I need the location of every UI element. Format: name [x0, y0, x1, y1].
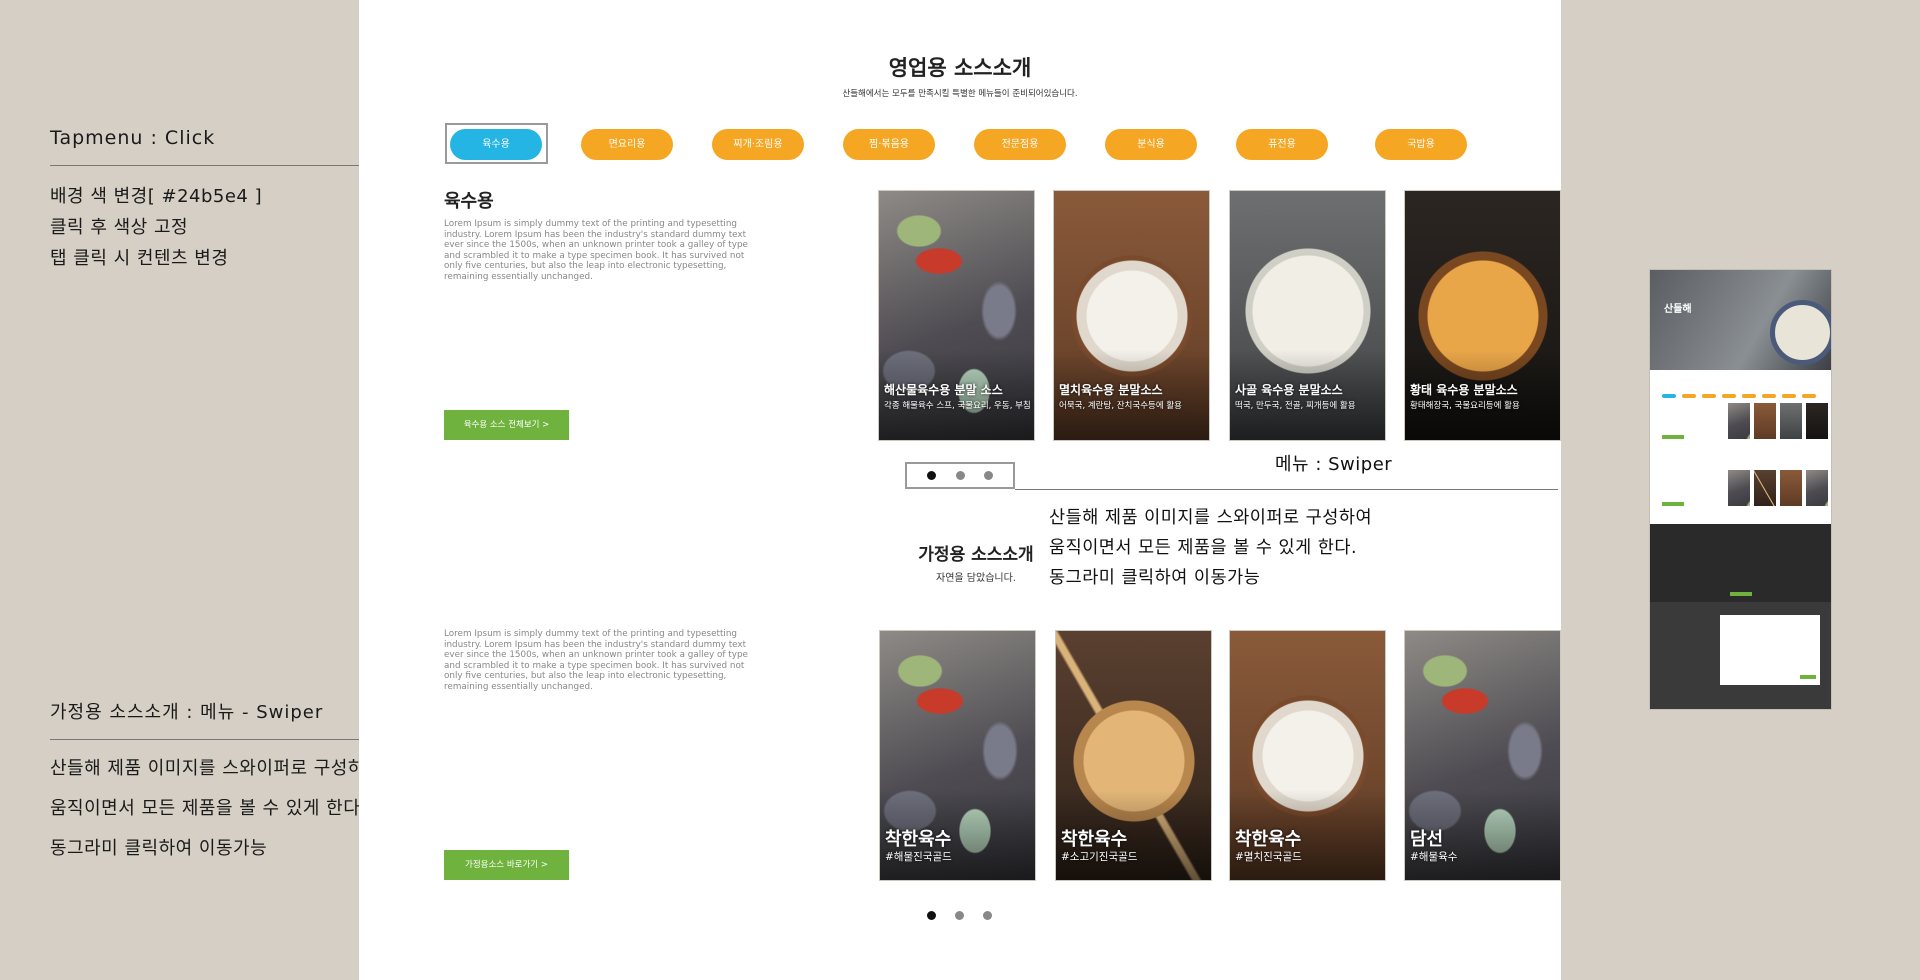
- thumbnail-tab: [1802, 394, 1816, 398]
- product-card-title: 멸치육수용 분말소스: [1059, 383, 1163, 397]
- product-card[interactable]: 착한육수 #멸치진국골드: [1229, 630, 1386, 881]
- tab-menu: 육수용 면요리용 찌개·조림용 찜·볶음용 전문점용 분식용 퓨전용 국밥용: [450, 129, 1467, 160]
- swiper-annotation-text: 산들해 제품 이미지를 스와이퍼로 구성하여 움직이면서 모든 제품을 볼 수 …: [1049, 508, 1373, 588]
- product-card-desc: 어묵국, 계란탕, 잔치국수등에 활용: [1059, 401, 1182, 411]
- thumbnail-tab: [1682, 394, 1696, 398]
- thumbnail-tab: [1782, 394, 1796, 398]
- product-card-desc: 떡국, 만두국, 전골, 찌개등에 활용: [1235, 401, 1356, 411]
- thumbnail-card: [1806, 470, 1828, 506]
- thumbnail-card: [1728, 470, 1750, 506]
- pagination-dot[interactable]: [927, 911, 936, 920]
- tab-specialty[interactable]: 전문점용: [974, 129, 1066, 160]
- home-section-subtitle: 자연을 담았습니다.: [936, 573, 1016, 584]
- home-annotation-text: 산들해 제품 이미지를 스와이퍼로 구성하여 움직이면서 모든 제품을 볼 수 …: [50, 758, 382, 859]
- thumbnail-button: [1730, 592, 1752, 596]
- swiper-annotation-label: 메뉴 : Swiper: [1275, 454, 1393, 475]
- product-card[interactable]: 해산물육수용 분말 소스 각종 해물육수 스프, 국물요리, 우동, 부침: [878, 190, 1035, 441]
- thumbnail-tab: [1742, 394, 1756, 398]
- product-card-title: 착한육수: [885, 829, 952, 850]
- thumbnail-hero: 산들해: [1650, 270, 1831, 370]
- product-card[interactable]: 담선 #해물육수: [1404, 630, 1561, 881]
- product-card-title: 착한육수: [1235, 829, 1302, 850]
- pagination-dot[interactable]: [984, 471, 993, 480]
- pagination-dot[interactable]: [956, 471, 965, 480]
- thumbnail-logo: 산들해: [1664, 304, 1692, 315]
- product-card-desc: 황태해장국, 국물요리등에 활용: [1410, 401, 1520, 411]
- product-card-title: 착한육수: [1061, 829, 1128, 850]
- product-card-title: 해산물육수용 분말 소스: [884, 383, 1003, 397]
- product-card-desc: 각종 해물육수 스프, 국물요리, 우동, 부침: [884, 401, 1031, 411]
- thumbnail-tab: [1702, 394, 1716, 398]
- home-sauce-shortcut-button[interactable]: 가정용소스 바로가기 >: [444, 850, 569, 880]
- tab-stew[interactable]: 찌개·조림용: [712, 129, 804, 160]
- business-section-title: 영업용 소스소개: [888, 56, 1032, 80]
- tab-fusion[interactable]: 퓨전용: [1236, 129, 1328, 160]
- category-title: 육수용: [444, 191, 494, 212]
- thumbnail-card: [1780, 470, 1802, 506]
- thumbnail-button: [1800, 675, 1816, 679]
- product-card-tag: #해물진국골드: [885, 851, 952, 863]
- product-card-tag: #멸치진국골드: [1235, 851, 1302, 863]
- tapmenu-annotation-title: Tapmenu : Click: [50, 127, 216, 149]
- product-card[interactable]: 황태 육수용 분말소스 황태해장국, 국물요리등에 활용: [1404, 190, 1561, 441]
- tab-steam-stirfry[interactable]: 찜·볶음용: [843, 129, 935, 160]
- tab-broth[interactable]: 육수용: [450, 129, 542, 160]
- product-card-tag: #해물육수: [1410, 851, 1458, 863]
- home-annotation-title: 가정용 소스소개 : 메뉴 - Swiper: [50, 702, 324, 723]
- product-card-title: 사골 육수용 분말소스: [1235, 383, 1343, 397]
- thumbnail-card: [1806, 403, 1828, 439]
- view-all-broth-button[interactable]: 육수용 소스 전체보기 >: [444, 410, 569, 440]
- product-card[interactable]: 착한육수 #소고기진국골드: [1055, 630, 1212, 881]
- tab-gukbap[interactable]: 국밥용: [1375, 129, 1467, 160]
- full-page-thumbnail: 산들해: [1649, 269, 1832, 710]
- page-mockup: 영업용 소스소개 산들해에서는 모두를 만족시킬 특별한 메뉴들이 준비되어있습…: [359, 0, 1561, 980]
- tapmenu-annotation-text: 배경 색 변경[ #24b5e4 ] 클릭 후 색상 고정 탭 클릭 시 컨텐츠…: [50, 186, 263, 269]
- tab-noodle[interactable]: 면요리용: [581, 129, 673, 160]
- thumbnail-card: [1754, 403, 1776, 439]
- product-card-title: 담선: [1410, 829, 1444, 850]
- thumbnail-hero-bowl: [1770, 300, 1831, 365]
- thumbnail-button: [1662, 502, 1684, 506]
- swiper-annotation-line: [1015, 489, 1558, 490]
- home-section-title: 가정용 소스소개: [918, 545, 1034, 565]
- thumbnail-tab: [1722, 394, 1736, 398]
- pagination-dot[interactable]: [983, 911, 992, 920]
- home-description: Lorem Ipsum is simply dummy text of the …: [444, 629, 748, 692]
- product-card[interactable]: 착한육수 #해물진국골드: [879, 630, 1036, 881]
- pagination-dot[interactable]: [927, 471, 936, 480]
- product-card[interactable]: 사골 육수용 분말소스 떡국, 만두국, 전골, 찌개등에 활용: [1229, 190, 1386, 441]
- product-card-tag: #소고기진국골드: [1061, 851, 1138, 863]
- pagination-dot[interactable]: [955, 911, 964, 920]
- tab-snack[interactable]: 분식용: [1105, 129, 1197, 160]
- product-card-title: 황태 육수용 분말소스: [1410, 383, 1518, 397]
- thumbnail-card: [1780, 403, 1802, 439]
- thumbnail-card: [1754, 470, 1776, 506]
- thumbnail-tab: [1662, 394, 1676, 398]
- thumbnail-tab: [1762, 394, 1776, 398]
- thumbnail-button: [1662, 435, 1684, 439]
- business-section-subtitle: 산들해에서는 모두를 만족시킬 특별한 메뉴들이 준비되어있습니다.: [842, 89, 1078, 99]
- product-card[interactable]: 멸치육수용 분말소스 어묵국, 계란탕, 잔치국수등에 활용: [1053, 190, 1210, 441]
- category-description: Lorem Ipsum is simply dummy text of the …: [444, 219, 748, 282]
- thumbnail-card: [1728, 403, 1750, 439]
